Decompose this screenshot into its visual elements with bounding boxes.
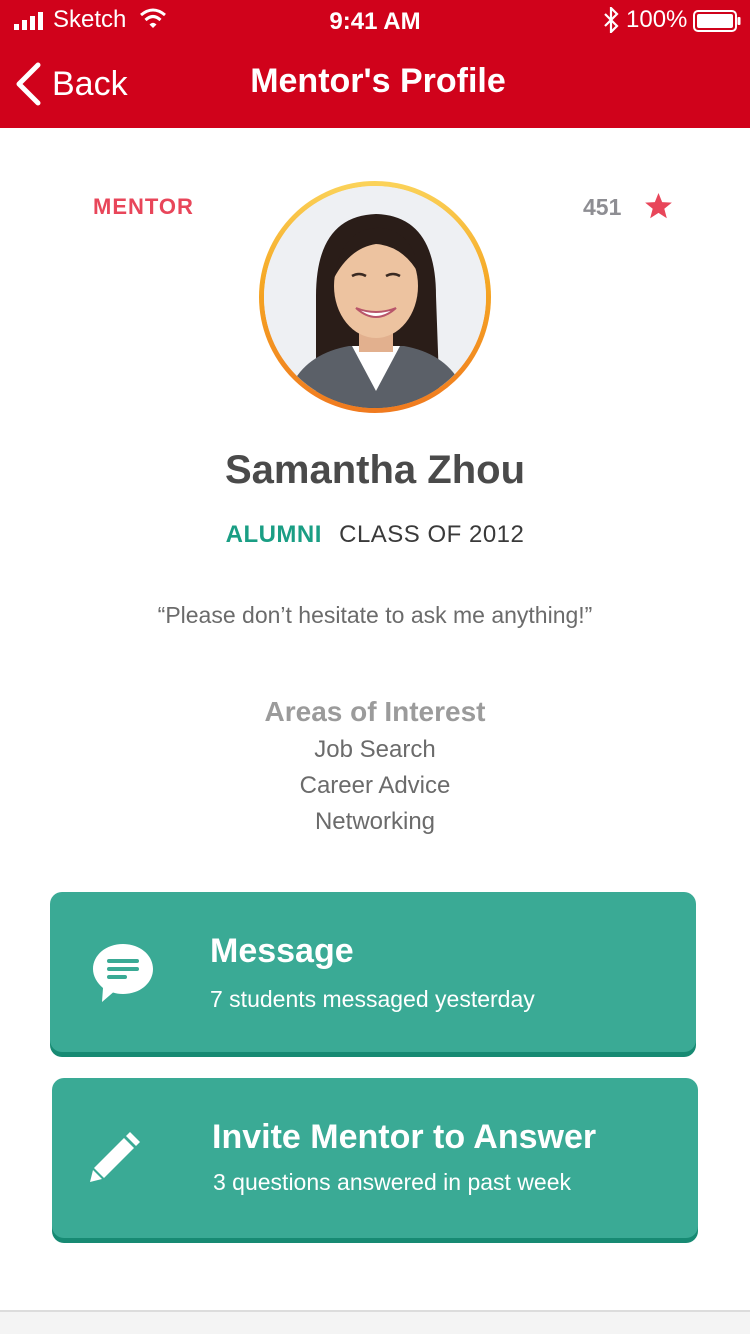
star-icon[interactable] <box>643 192 674 221</box>
alumni-label: ALUMNI <box>225 521 322 548</box>
interests-list: Job Search Career Advice Networking <box>0 734 750 842</box>
message-button[interactable]: Message 7 students messaged yesterday <box>50 892 696 1052</box>
message-title: Message <box>210 932 354 970</box>
class-year: CLASS OF 2012 <box>339 521 525 548</box>
mentor-quote: “Please don’t hesitate to ask me anythin… <box>157 602 593 628</box>
battery-icon <box>693 10 741 32</box>
chat-bubble-icon <box>93 944 153 1002</box>
bluetooth-icon <box>604 7 619 33</box>
invite-title: Invite Mentor to Answer <box>212 1118 597 1156</box>
pencil-icon <box>90 1132 140 1182</box>
avatar[interactable] <box>264 186 486 408</box>
mentor-name: Samantha Zhou <box>224 448 526 492</box>
page-title: Mentor's Profile <box>250 62 506 100</box>
interest-item: Networking <box>314 808 436 835</box>
avatar-portrait <box>264 186 486 408</box>
battery-percentage: 100% <box>626 6 688 33</box>
interest-item: Career Advice <box>299 772 451 799</box>
alumni-status: ALUMNI CLASS OF 2012 <box>0 521 750 549</box>
invite-mentor-button[interactable]: Invite Mentor to Answer 3 questions answ… <box>52 1078 698 1238</box>
interest-item: Job Search <box>314 736 436 763</box>
invite-subtitle: 3 questions answered in past week <box>213 1169 571 1195</box>
rating-count: 451 <box>583 194 622 220</box>
status-bar: Sketch 9:41 AM 100% <box>0 0 750 40</box>
message-subtitle: 7 students messaged yesterday <box>210 986 535 1012</box>
bottom-divider <box>0 1310 750 1334</box>
top-header: Sketch 9:41 AM 100% Back Mentor's Profil… <box>0 0 750 128</box>
interests-heading: Areas of Interest <box>264 696 486 727</box>
role-badge: MENTOR <box>93 194 194 219</box>
